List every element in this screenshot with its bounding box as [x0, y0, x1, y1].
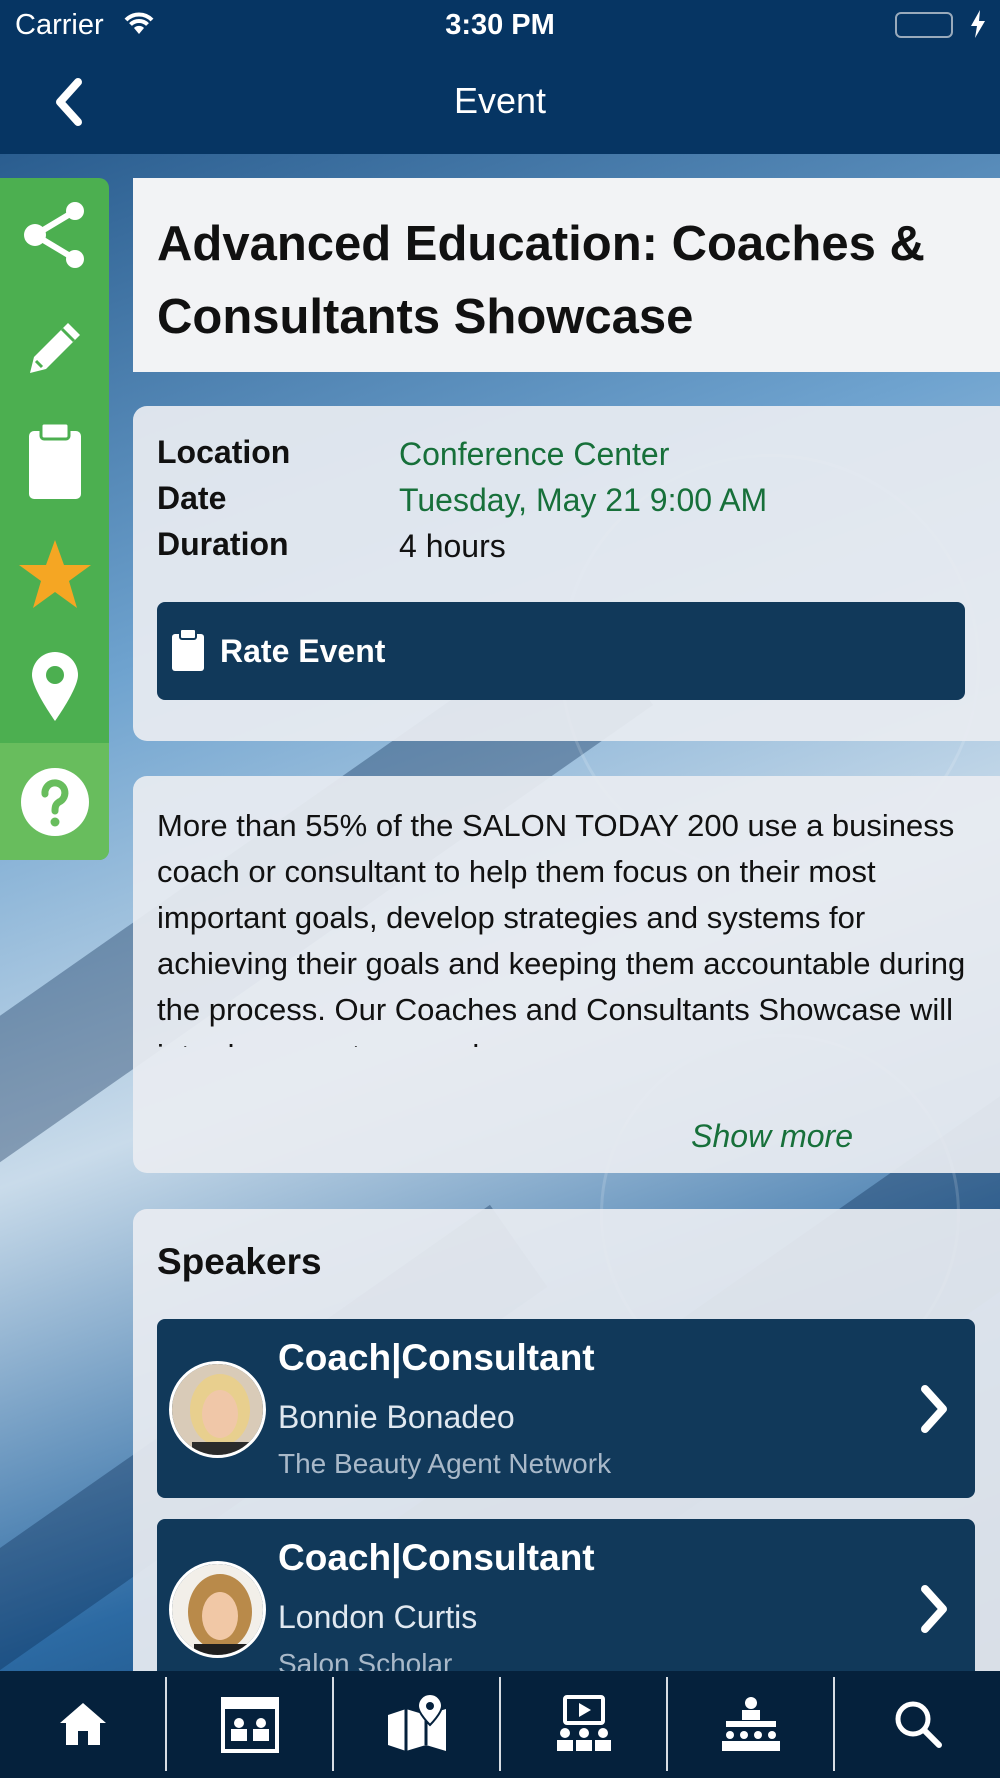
clipboard-icon	[171, 628, 205, 677]
date-value[interactable]: Tuesday, May 21 9:00 AM	[399, 482, 767, 519]
home-icon	[59, 1703, 106, 1745]
location-value[interactable]: Conference Center	[399, 436, 669, 473]
charging-icon	[970, 10, 986, 46]
speakers-icon	[721, 1697, 780, 1751]
description-card: More than 55% of the SALON TODAY 200 use…	[133, 776, 1000, 1173]
map-icon	[387, 1695, 446, 1751]
battery-icon	[895, 12, 953, 38]
pencil-icon	[29, 322, 80, 373]
tab-speakers[interactable]	[668, 1677, 835, 1771]
location-label: Location	[157, 434, 291, 470]
speaker-organization: The Beauty Agent Network	[278, 1448, 612, 1479]
status-bar: Carrier 3:30 PM	[0, 0, 1000, 50]
speaker-name: Bonnie Bonadeo	[278, 1399, 515, 1435]
speakers-heading: Speakers	[157, 1241, 322, 1282]
event-title: Advanced Education: Coaches & Consultant…	[157, 217, 925, 344]
speaker-role: Coach|Consultant	[278, 1337, 595, 1378]
notes-button[interactable]	[0, 291, 109, 404]
help-button[interactable]	[0, 743, 109, 860]
favorite-button[interactable]	[0, 517, 109, 630]
action-rail	[0, 178, 109, 860]
clipboard-icon	[28, 421, 81, 499]
duration-value: 4 hours	[399, 528, 506, 564]
duration-label: Duration	[157, 526, 289, 562]
speaker-name: London Curtis	[278, 1599, 478, 1635]
clock: 3:30 PM	[445, 9, 555, 41]
help-icon	[20, 767, 89, 836]
share-icon	[23, 201, 84, 268]
share-button[interactable]	[0, 178, 109, 291]
nav-bar: Event	[0, 50, 1000, 154]
tab-bar	[0, 1671, 1000, 1778]
rate-event-button[interactable]: Rate Event	[157, 602, 965, 700]
tab-home[interactable]	[0, 1677, 167, 1771]
tab-map[interactable]	[334, 1677, 501, 1771]
speaker-row[interactable]: Coach|Consultant Bonnie Bonadeo The Beau…	[157, 1319, 975, 1498]
event-description: More than 55% of the SALON TODAY 200 use…	[157, 808, 966, 1047]
chevron-right-icon	[917, 1383, 951, 1440]
tab-sessions[interactable]	[501, 1677, 668, 1771]
event-title-card: Advanced Education: Coaches & Consultant…	[133, 178, 1000, 372]
location-button[interactable]	[0, 630, 109, 743]
rate-event-label: Rate Event	[220, 633, 386, 669]
speakers-card: Speakers Coach|Consultant Bonnie Bonadeo…	[133, 1209, 1000, 1729]
star-icon	[18, 539, 91, 608]
tab-exhibitors[interactable]	[167, 1677, 334, 1771]
search-icon	[895, 1701, 942, 1748]
tab-search[interactable]	[835, 1677, 1000, 1771]
exhibitors-icon	[220, 1697, 279, 1753]
speaker-role: Coach|Consultant	[278, 1537, 595, 1578]
location-pin-icon	[31, 651, 78, 721]
sessions-icon	[556, 1695, 611, 1751]
show-more-link[interactable]: Show more	[691, 1118, 853, 1155]
event-details-card: Location Conference Center Date Tuesday,…	[133, 406, 1000, 741]
date-label: Date	[157, 480, 227, 516]
page-title: Event	[453, 80, 547, 121]
avatar	[169, 1561, 266, 1658]
survey-button[interactable]	[0, 404, 109, 517]
chevron-right-icon	[917, 1583, 951, 1640]
avatar	[169, 1361, 266, 1458]
